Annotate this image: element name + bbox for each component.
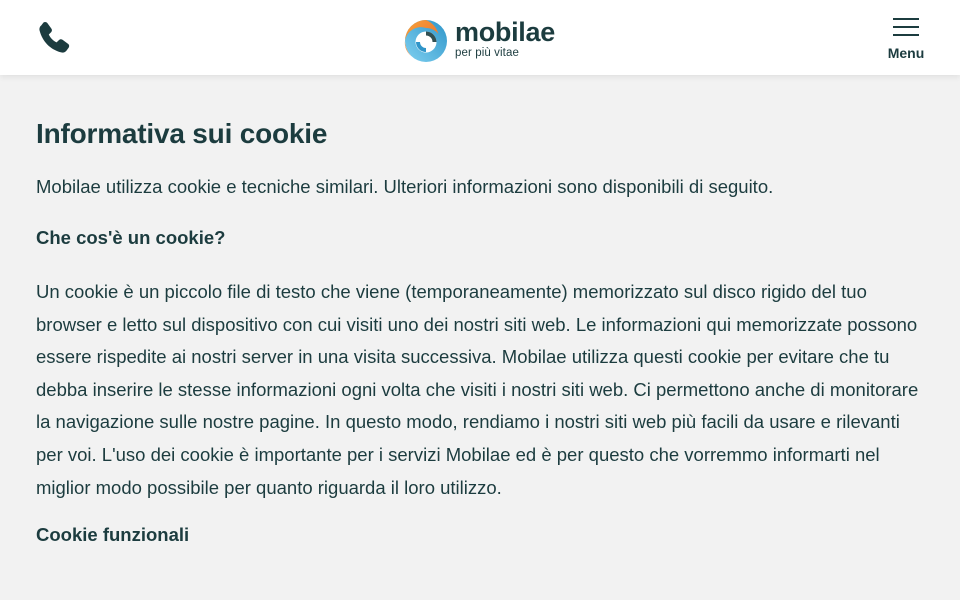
phone-icon [39, 21, 70, 53]
menu-button[interactable]: Menu [880, 14, 932, 64]
mobilae-logo[interactable]: mobilae per più vitae [404, 19, 555, 63]
mobilae-swirl-logo-icon [404, 20, 447, 62]
section-heading-functional-cookies: Cookie funzionali [36, 524, 190, 546]
main-content: Informativa sui cookie Mobilae utilizza … [36, 116, 926, 573]
section-text-what-is-cookie: Un cookie è un piccolo file di testo che… [36, 281, 919, 498]
menu-label: Menu [887, 45, 925, 61]
phone-button[interactable] [34, 18, 74, 58]
section-heading-what-is-cookie: Che cos'è un cookie? [36, 227, 226, 248]
logo-tagline: per più vitae [455, 47, 519, 60]
intro-text: Mobilae utilizza cookie e tecniche simil… [36, 176, 774, 197]
hamburger-menu-icon [893, 18, 919, 36]
page-title: Informativa sui cookie [36, 118, 328, 149]
site-header: mobilae per più vitae Menu [0, 0, 960, 75]
logo-name: mobilae [455, 17, 555, 48]
